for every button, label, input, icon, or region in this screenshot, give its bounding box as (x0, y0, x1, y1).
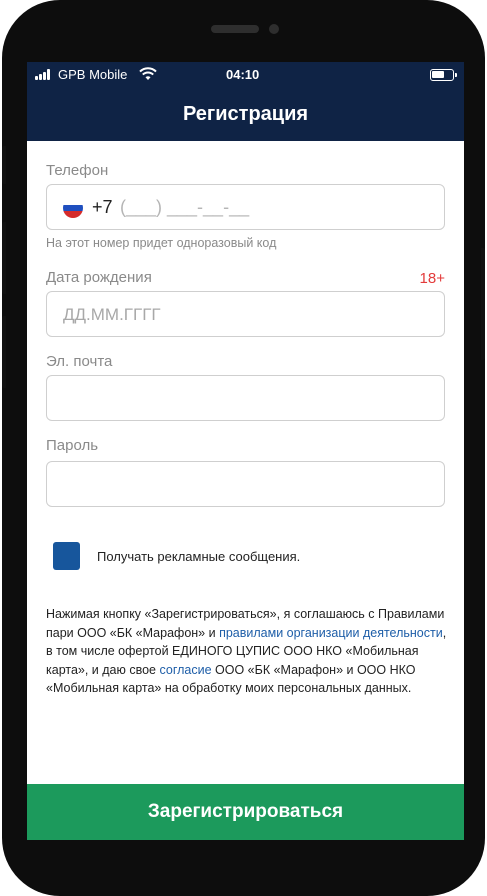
rules-link[interactable]: правилами организации деятельности (219, 626, 443, 640)
volume-down-button (2, 316, 6, 388)
phone-label: Телефон (46, 162, 109, 179)
email-label: Эл. почта (46, 353, 113, 370)
age-badge: 18+ (419, 270, 445, 287)
phone-frame: GPB Mobile 04:10 Регистрация Телефон +7 … (2, 0, 485, 896)
header-bar: GPB Mobile 04:10 Регистрация (27, 62, 464, 141)
consent-link[interactable]: согласие (159, 663, 211, 677)
ads-checkbox[interactable] (53, 542, 80, 570)
status-bar: GPB Mobile 04:10 (27, 62, 464, 86)
speaker-grille (211, 25, 259, 33)
password-field[interactable] (46, 461, 445, 507)
register-button[interactable]: Зарегистрироваться (27, 784, 464, 840)
birthdate-label: Дата рождения (46, 269, 152, 286)
carrier-name: GPB Mobile (58, 67, 128, 82)
email-field[interactable] (46, 375, 445, 421)
power-button (481, 248, 485, 360)
app-screen: GPB Mobile 04:10 Регистрация Телефон +7 … (27, 62, 464, 840)
russia-flag-icon (63, 198, 83, 218)
signal-icon (35, 69, 55, 80)
page-title: Регистрация (182, 103, 309, 125)
birthdate-field[interactable]: ДД.ММ.ГГГГ (46, 291, 445, 337)
status-time: 04:10 (226, 67, 260, 82)
phone-field[interactable]: +7 (___) ___-__-__ (46, 184, 445, 230)
wifi-icon (139, 67, 157, 80)
mute-switch (2, 146, 6, 184)
birthdate-placeholder: ДД.ММ.ГГГГ (63, 305, 161, 324)
phone-hint: На этот номер придет одноразовый код (46, 236, 277, 250)
battery-icon (430, 69, 457, 81)
terms-text: Нажимая кнопку «Зарегистрироваться», я с… (46, 605, 451, 698)
ads-checkbox-label[interactable]: Получать рекламные сообщения. (97, 549, 300, 564)
country-code: +7 (92, 197, 113, 217)
password-label: Пароль (46, 437, 99, 454)
front-camera (269, 24, 279, 34)
volume-up-button (2, 222, 6, 294)
phone-mask: (___) ___-__-__ (120, 197, 250, 217)
